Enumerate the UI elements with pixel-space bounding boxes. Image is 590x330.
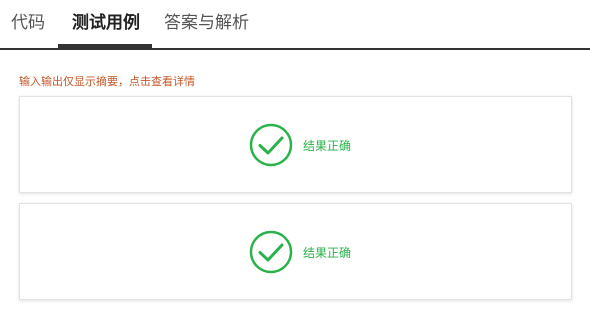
tab-answer-analysis[interactable]: 答案与解析 xyxy=(164,0,249,48)
check-circle-icon xyxy=(249,230,293,274)
tab-bar: 代码 测试用例 答案与解析 xyxy=(0,0,590,50)
test-case-card[interactable]: 结果正确 xyxy=(19,96,572,193)
summary-hint-link[interactable]: 输入输出仅显示摘要，点击查看详情 xyxy=(19,73,195,89)
test-case-card[interactable]: 结果正确 xyxy=(19,203,572,300)
test-case-result: 结果正确 xyxy=(249,230,351,274)
tab-code[interactable]: 代码 xyxy=(11,0,45,48)
tab-test-cases[interactable]: 测试用例 xyxy=(72,0,140,48)
result-label: 结果正确 xyxy=(303,138,352,153)
check-circle-icon xyxy=(249,123,293,167)
active-tab-indicator xyxy=(58,44,152,48)
test-case-result: 结果正确 xyxy=(249,123,351,167)
result-label: 结果正确 xyxy=(303,245,352,260)
